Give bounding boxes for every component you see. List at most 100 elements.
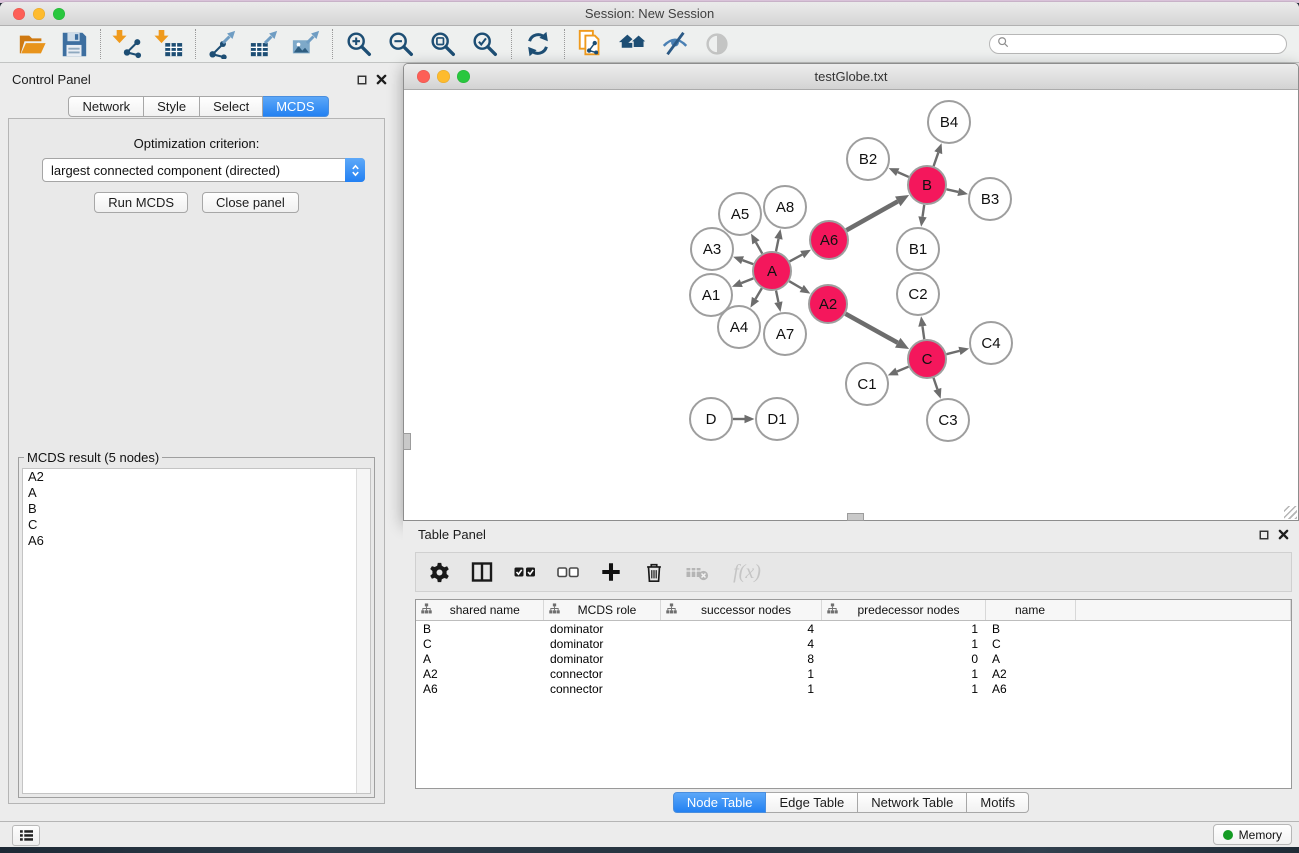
graph-edge-C-C1[interactable] [897, 367, 909, 372]
graph-node-D1[interactable]: D1 [756, 398, 798, 440]
graph-node-D[interactable]: D [690, 398, 732, 440]
graph-node-B3[interactable]: B3 [969, 178, 1011, 220]
table-cell[interactable]: A [416, 651, 543, 666]
mcds-list-scrollbar[interactable] [356, 469, 370, 793]
deselect-all-button[interactable] [555, 559, 581, 585]
optimization-criterion-select[interactable]: largest connected component (directed) [42, 158, 365, 182]
graph-node-A6[interactable]: A6 [810, 221, 848, 259]
graph-edge-C-C2[interactable] [922, 326, 924, 339]
table-cell[interactable]: dominator [543, 651, 660, 666]
delete-column-button[interactable] [641, 559, 667, 585]
table-cell[interactable]: 1 [660, 681, 821, 696]
graph-node-C[interactable]: C [908, 340, 946, 378]
table-cell[interactable]: C [985, 636, 1075, 651]
show-panels-list-button[interactable] [12, 825, 40, 846]
graph-edge-B-B2[interactable] [898, 172, 909, 177]
hide-panel-button[interactable] [658, 29, 692, 59]
table-cell[interactable]: A6 [416, 681, 543, 696]
graph-edge-A-A6[interactable] [790, 255, 803, 262]
network-canvas[interactable]: B4B2BB3A8A5A6B1A3AC2A1A2A4A7C4CC1DD1C3 [404, 90, 1298, 520]
graph-node-A2[interactable]: A2 [809, 285, 847, 323]
graph-node-A3[interactable]: A3 [691, 228, 733, 270]
column-header-shared-name[interactable]: shared name [416, 600, 543, 621]
import-table-button[interactable] [152, 29, 186, 59]
table-cell[interactable]: A [985, 651, 1075, 666]
zoom-in-button[interactable] [342, 29, 376, 59]
table-cell[interactable]: 4 [660, 636, 821, 651]
table-row[interactable]: Cdominator41C [416, 636, 1291, 651]
graph-node-A5[interactable]: A5 [719, 193, 761, 235]
network-from-clipboard-button[interactable] [574, 29, 608, 59]
graph-node-A7[interactable]: A7 [764, 313, 806, 355]
table-cell[interactable]: dominator [543, 621, 660, 637]
graph-node-C4[interactable]: C4 [970, 322, 1012, 364]
zoom-fit-button[interactable] [426, 29, 460, 59]
column-header-MCDS-role[interactable]: MCDS role [543, 600, 660, 621]
graph-node-A4[interactable]: A4 [718, 306, 760, 348]
mcds-result-item[interactable]: C [23, 517, 370, 533]
graph-edge-A-A3[interactable] [743, 260, 754, 264]
zoom-window-button[interactable] [53, 8, 65, 20]
graph-node-B4[interactable]: B4 [928, 101, 970, 143]
graph-node-B2[interactable]: B2 [847, 138, 889, 180]
table-cell[interactable]: C [416, 636, 543, 651]
import-network-button[interactable] [110, 29, 144, 59]
network-zoom-button[interactable] [457, 70, 470, 83]
zoom-out-button[interactable] [384, 29, 418, 59]
table-cell[interactable]: A2 [985, 666, 1075, 681]
graph-node-A[interactable]: A [753, 252, 791, 290]
close-panel-icon[interactable] [376, 72, 387, 90]
graph-node-C1[interactable]: C1 [846, 363, 888, 405]
graph-edge-A-A1[interactable] [741, 278, 753, 283]
close-panel-button[interactable]: Close panel [202, 192, 299, 213]
graph-edge-C-C4[interactable] [946, 351, 959, 354]
run-mcds-button[interactable]: Run MCDS [94, 192, 188, 213]
table-cell[interactable]: 1 [821, 636, 985, 651]
refresh-layout-button[interactable] [521, 29, 555, 59]
graph-edge-A6-B[interactable] [846, 201, 897, 230]
graph-edge-C-C3[interactable] [934, 378, 938, 389]
export-image-button[interactable] [289, 29, 323, 59]
table-cell[interactable]: connector [543, 681, 660, 696]
table-row[interactable]: Adominator80A [416, 651, 1291, 666]
search-box[interactable] [989, 34, 1287, 54]
graph-edge-A2-C[interactable] [845, 314, 897, 343]
table-row[interactable]: Bdominator41B [416, 621, 1291, 637]
graph-edge-A-A2[interactable] [789, 281, 801, 288]
table-cell[interactable]: A6 [985, 681, 1075, 696]
open-session-button[interactable] [15, 29, 49, 59]
mcds-result-item[interactable]: B [23, 501, 370, 517]
table-cell[interactable]: B [985, 621, 1075, 637]
close-window-button[interactable] [13, 8, 25, 20]
tab-motifs[interactable]: Motifs [967, 792, 1029, 813]
save-session-button[interactable] [57, 29, 91, 59]
search-input[interactable] [1014, 36, 1279, 52]
graph-edge-B-B1[interactable] [923, 205, 925, 217]
table-cell[interactable]: 1 [660, 666, 821, 681]
table-cell[interactable]: 1 [821, 681, 985, 696]
tab-network[interactable]: Network [68, 96, 144, 117]
table-cell[interactable]: 1 [821, 621, 985, 637]
graph-node-C2[interactable]: C2 [897, 273, 939, 315]
tab-mcds[interactable]: MCDS [263, 96, 328, 117]
tab-style[interactable]: Style [144, 96, 200, 117]
graph-node-C3[interactable]: C3 [927, 399, 969, 441]
network-graph[interactable]: B4B2BB3A8A5A6B1A3AC2A1A2A4A7C4CC1DD1C3 [404, 90, 1298, 520]
table-cell[interactable]: dominator [543, 636, 660, 651]
add-column-button[interactable] [598, 559, 624, 585]
export-table-button[interactable] [247, 29, 281, 59]
graph-edge-A-A8[interactable] [776, 239, 779, 252]
window-resize-grip[interactable] [1284, 506, 1297, 519]
mcds-result-item[interactable]: A2 [23, 469, 370, 485]
graph-node-B[interactable]: B [908, 166, 946, 204]
graph-edge-A-A4[interactable] [756, 288, 762, 299]
graph-edge-B-B4[interactable] [934, 153, 939, 166]
float-panel-icon[interactable] [357, 72, 367, 90]
tab-network-table[interactable]: Network Table [858, 792, 967, 813]
table-cell[interactable]: A2 [416, 666, 543, 681]
mcds-result-item[interactable]: A6 [23, 533, 370, 549]
minimize-window-button[interactable] [33, 8, 45, 20]
close-table-panel-icon[interactable] [1278, 527, 1289, 545]
table-row[interactable]: A6connector11A6 [416, 681, 1291, 696]
tab-edge-table[interactable]: Edge Table [766, 792, 858, 813]
